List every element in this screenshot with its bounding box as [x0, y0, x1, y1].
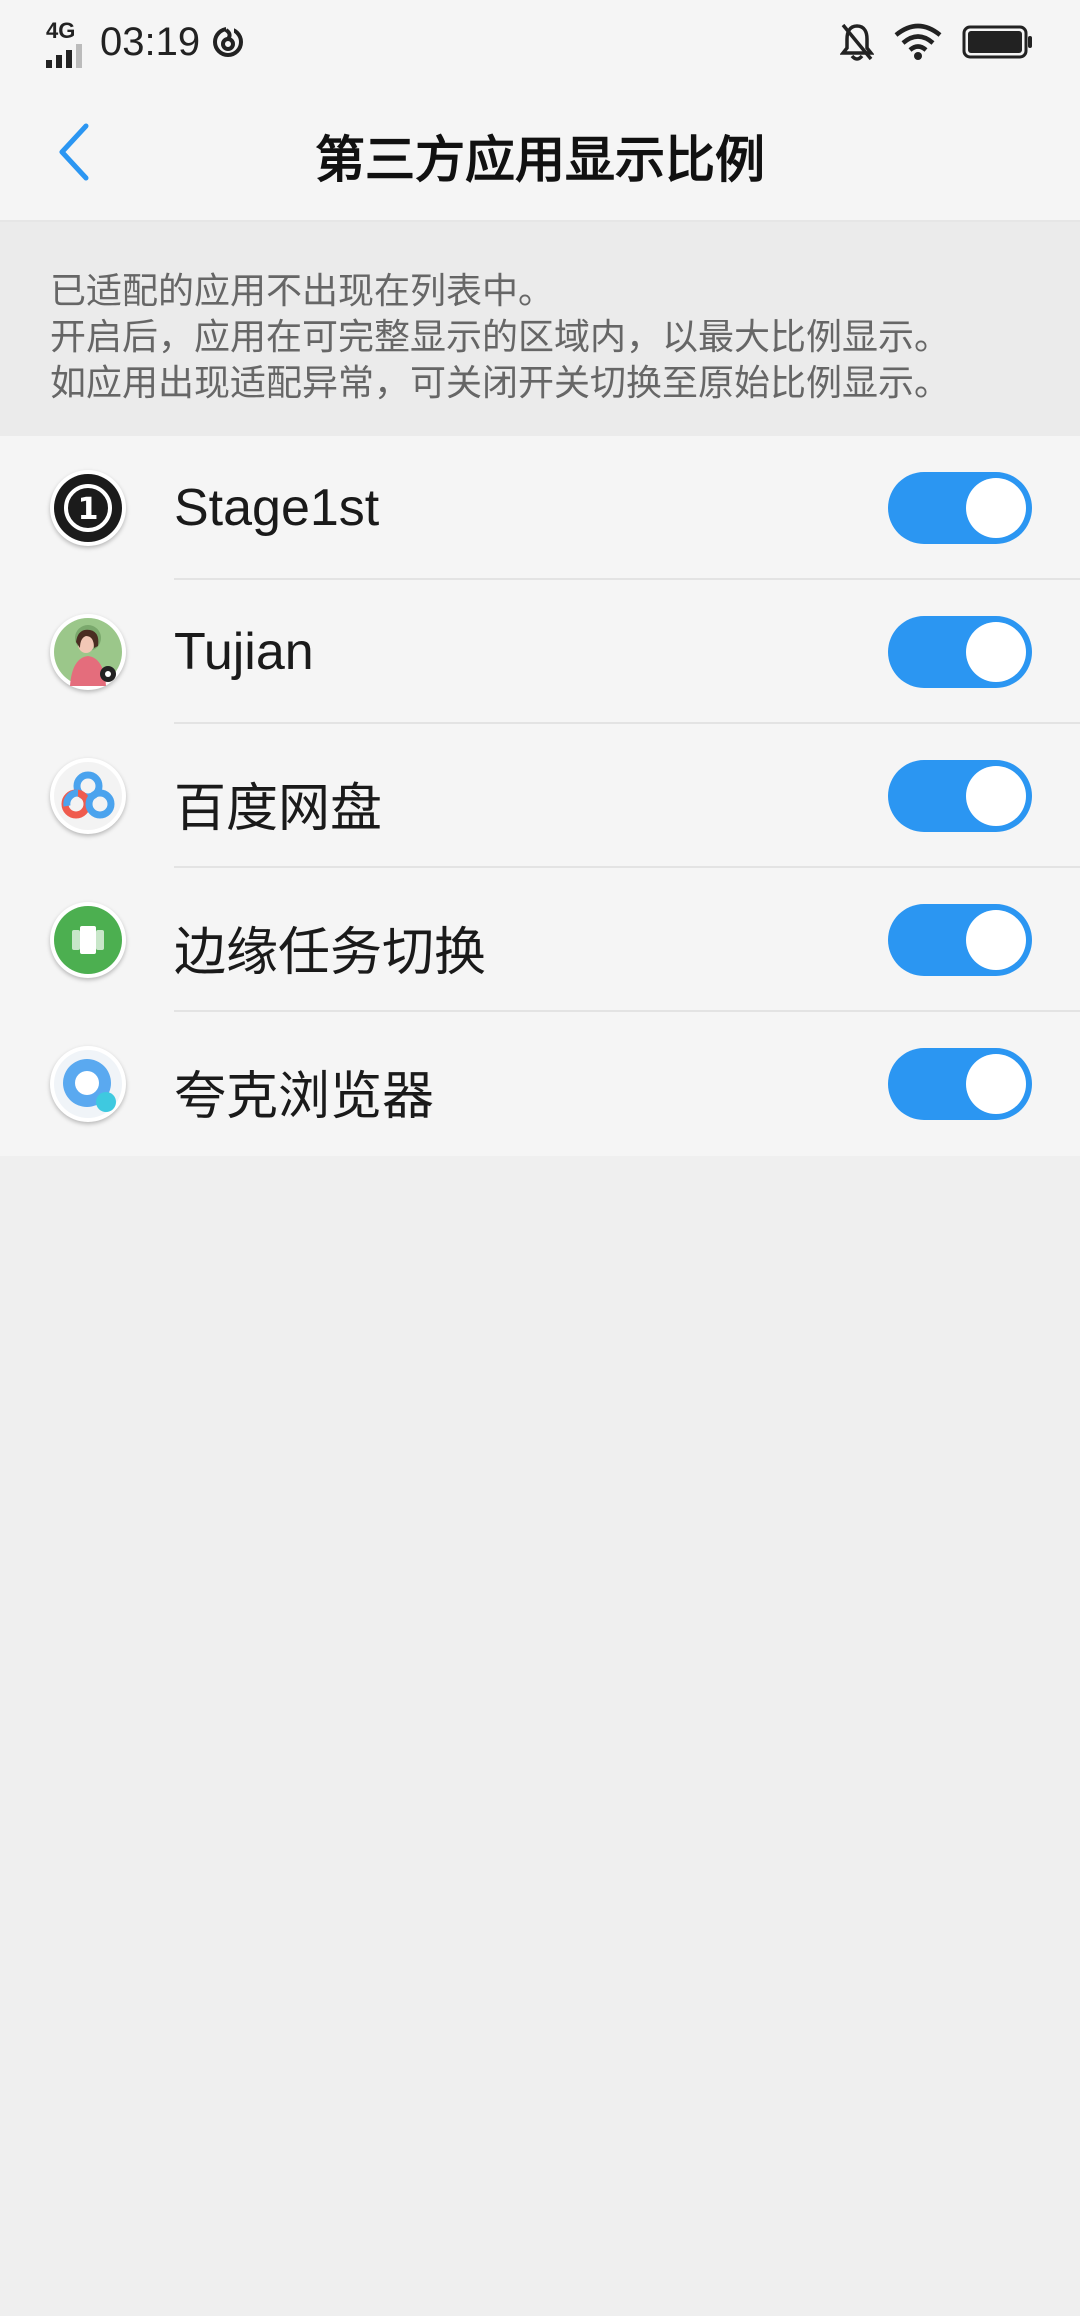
app-name: 夸克浏览器: [174, 1068, 435, 1126]
description-panel: 已适配的应用不出现在列表中。 开启后，应用在可完整显示的区域内，以最大比例显示。…: [0, 222, 1080, 436]
description-line: 开启后，应用在可完整显示的区域内，以最大比例显示。: [50, 317, 951, 358]
app-name: 百度网盘: [174, 780, 383, 838]
list-item: 边缘任务切换: [0, 868, 1080, 1012]
page-title: 第三方应用显示比例: [315, 131, 765, 189]
list-item: 夸克浏览器: [0, 1012, 1080, 1156]
tujian-icon: [50, 614, 126, 690]
bell-off-icon: [840, 23, 874, 61]
toggle-knob: [966, 1054, 1026, 1114]
signal-bars-icon: [46, 44, 82, 68]
toggle-knob: [966, 478, 1026, 538]
status-bar: 4G 03:19: [0, 0, 1080, 84]
app-name: 边缘任务切换: [174, 924, 487, 982]
status-time: 03:19: [100, 19, 201, 64]
quark-browser-icon: [50, 1046, 126, 1122]
baidu-netdisk-icon: [50, 758, 126, 834]
description-line: 如应用出现适配异常，可关闭开关切换至原始比例显示。: [50, 363, 951, 404]
list-item: Tujian: [0, 580, 1080, 724]
svg-text:1: 1: [78, 492, 99, 527]
baidu-netdisk-toggle[interactable]: [888, 760, 1032, 832]
network-indicator: 4G: [46, 14, 92, 70]
app-name: Tujian: [174, 623, 314, 681]
stage1st-toggle[interactable]: [888, 472, 1032, 544]
app-name: Stage1st: [174, 479, 380, 537]
toggle-knob: [966, 766, 1026, 826]
sync-icon: [213, 27, 244, 57]
navigation-bar: 第三方应用显示比例: [0, 84, 1080, 222]
wifi-icon: [894, 23, 942, 60]
toggle-knob: [966, 910, 1026, 970]
description-line: 已适配的应用不出现在列表中。: [50, 271, 555, 312]
edge-task-switch-icon: [50, 902, 126, 978]
app-list: 1 Stage1st Tujian 百度网盘 边缘任务切换 夸克浏览器: [0, 436, 1080, 1156]
status-left: 4G 03:19: [46, 14, 246, 70]
quark-browser-toggle[interactable]: [888, 1048, 1032, 1120]
list-item: 百度网盘: [0, 724, 1080, 868]
screen: 4G 03:19 第三方应用显示比例 已适配的应用不出现在列表中。 开启后，应用…: [0, 0, 1080, 2316]
edge-task-switch-toggle[interactable]: [888, 904, 1032, 976]
status-right: [840, 18, 1034, 66]
stage1st-icon: 1: [50, 470, 126, 546]
battery-icon: [962, 25, 1032, 59]
network-type: 4G: [46, 18, 76, 43]
toggle-knob: [966, 622, 1026, 682]
list-item: 1 Stage1st: [0, 436, 1080, 580]
tujian-toggle[interactable]: [888, 616, 1032, 688]
